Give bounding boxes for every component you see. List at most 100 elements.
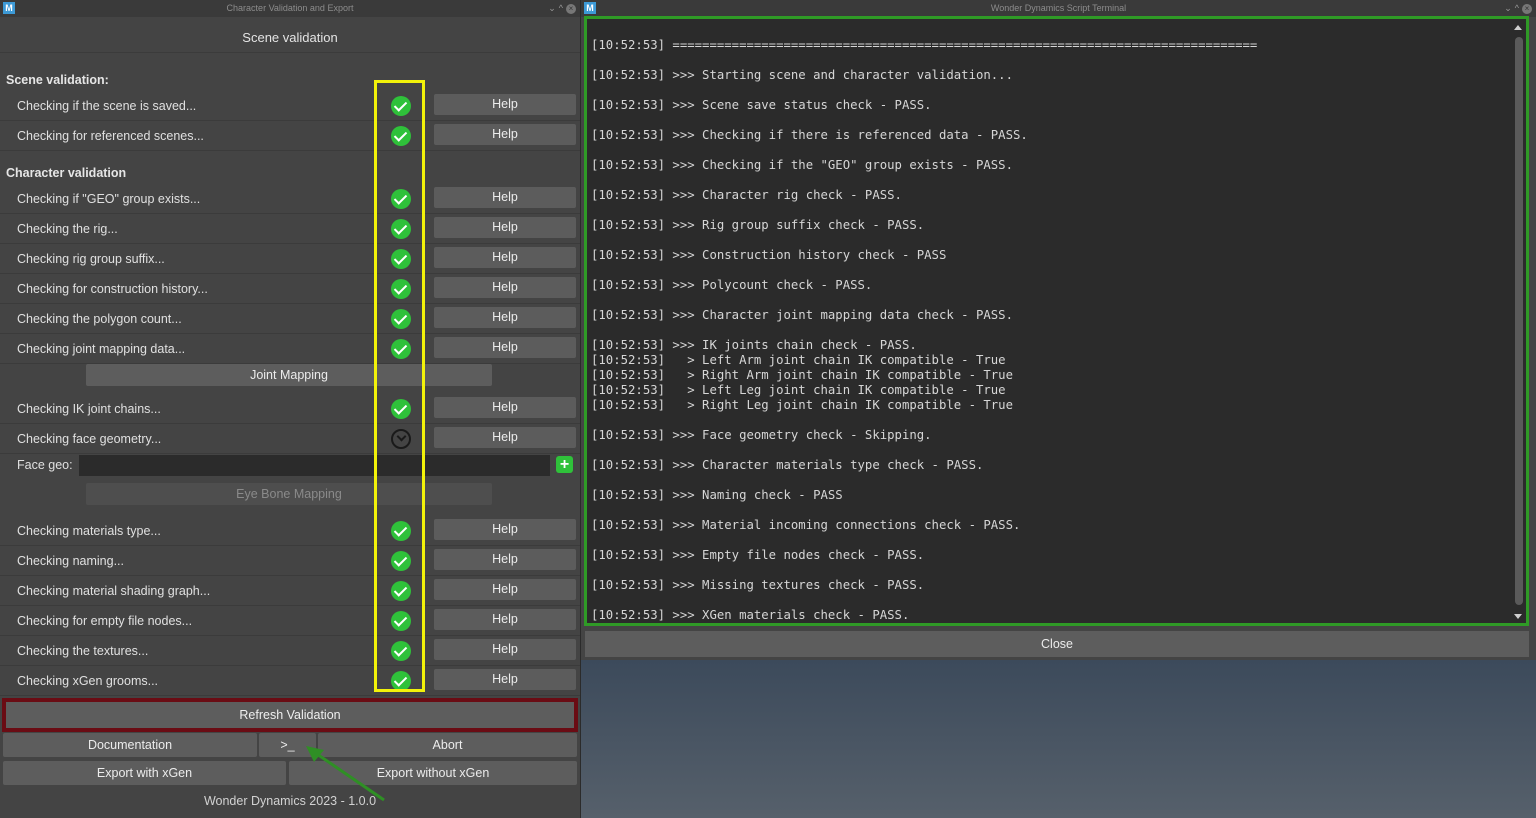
abort-button[interactable]: Abort: [318, 733, 577, 757]
check-label: Checking joint mapping data...: [17, 342, 186, 356]
check-row: Checking for construction history... Help: [0, 274, 580, 304]
help-button[interactable]: Help: [434, 337, 576, 358]
maximize-icon[interactable]: ^: [1515, 3, 1522, 13]
scroll-down-icon[interactable]: [1514, 614, 1522, 619]
terminal-line: [10:52:53] >>> Starting scene and charac…: [591, 68, 1013, 82]
app-icon: M: [584, 2, 596, 14]
pass-check-icon: [391, 551, 411, 571]
face-geo-label: Face geo:: [17, 458, 73, 472]
terminal-line: [10:52:53] >>> Face geometry check - Ski…: [591, 428, 932, 442]
terminal-line: [10:52:53] > Right Arm joint chain IK co…: [591, 368, 1013, 382]
character-section-title: Character validation: [6, 166, 127, 180]
check-label: Checking xGen grooms...: [17, 674, 159, 688]
check-label: Checking if "GEO" group exists...: [17, 192, 201, 206]
terminal-line: [10:52:53] >>> IK joints chain check - P…: [591, 338, 917, 352]
scroll-up-icon[interactable]: [1514, 25, 1522, 30]
help-button[interactable]: Help: [434, 307, 576, 328]
add-face-geo-button[interactable]: +: [556, 456, 573, 473]
terminal-line: [10:52:53] >>> Checking if the "GEO" gro…: [591, 158, 1013, 172]
joint-mapping-button[interactable]: Joint Mapping: [86, 364, 492, 386]
check-label: Checking the textures...: [17, 644, 149, 658]
terminal-line: [10:52:53] >>> Checking if there is refe…: [591, 128, 1028, 142]
validation-window-titlebar[interactable]: M Character Validation and Export ⌄^ ×: [0, 0, 580, 17]
terminal-window-titlebar[interactable]: M Wonder Dynamics Script Terminal ⌄^ ×: [581, 0, 1536, 17]
export-with-xgen-button[interactable]: Export with xGen: [3, 761, 286, 785]
minimize-icon[interactable]: ⌄: [1504, 3, 1515, 13]
terminal-line: [10:52:53] >>> Material incoming connect…: [591, 518, 1021, 532]
help-button[interactable]: Help: [434, 639, 576, 660]
help-button[interactable]: Help: [434, 187, 576, 208]
help-button[interactable]: Help: [434, 609, 576, 630]
help-button[interactable]: Help: [434, 669, 576, 690]
terminal-line: [10:52:53] >>> Polycount check - PASS.: [591, 278, 873, 292]
help-button[interactable]: Help: [434, 427, 576, 448]
check-row: Checking for referenced scenes... Help: [0, 121, 580, 151]
check-row: Checking the rig... Help: [0, 214, 580, 244]
terminal-line: [10:52:53] >>> Rig group suffix check - …: [591, 218, 925, 232]
minimize-icon[interactable]: ⌄: [548, 3, 559, 13]
skip-chevron-icon: [391, 429, 411, 449]
terminal-window-title: Wonder Dynamics Script Terminal: [990, 3, 1127, 13]
pass-check-icon: [391, 189, 411, 209]
terminal-line: [10:52:53] >>> Empty file nodes check - …: [591, 548, 925, 562]
check-label: Checking rig group suffix...: [17, 252, 165, 266]
help-button[interactable]: Help: [434, 94, 576, 115]
help-button[interactable]: Help: [434, 217, 576, 238]
check-row: Checking joint mapping data... Help: [0, 334, 580, 364]
pass-check-icon: [391, 339, 411, 359]
help-button[interactable]: Help: [434, 277, 576, 298]
check-label: Checking for construction history...: [17, 282, 208, 296]
version-footer: Wonder Dynamics 2023 - 1.0.0: [203, 794, 377, 808]
help-button[interactable]: Help: [434, 519, 576, 540]
pass-check-icon: [391, 279, 411, 299]
help-button[interactable]: Help: [434, 247, 576, 268]
pass-check-icon: [391, 249, 411, 269]
terminal-line: [10:52:53] =============================…: [591, 38, 1258, 52]
maximize-icon[interactable]: ^: [559, 3, 566, 13]
terminal-output[interactable]: [10:52:53] =============================…: [584, 16, 1529, 626]
export-without-xgen-button[interactable]: Export without xGen: [289, 761, 577, 785]
check-label: Checking the rig...: [17, 222, 118, 236]
scene-validation-header[interactable]: Scene validation: [0, 20, 580, 53]
check-label: Checking IK joint chains...: [17, 402, 161, 416]
face-geo-field[interactable]: [79, 455, 550, 476]
help-button[interactable]: Help: [434, 397, 576, 418]
refresh-validation-button[interactable]: Refresh Validation: [2, 698, 578, 732]
terminal-scrollbar[interactable]: [1515, 37, 1523, 605]
pass-check-icon: [391, 611, 411, 631]
plus-icon: +: [559, 456, 570, 473]
terminal-log: [10:52:53] =============================…: [591, 38, 1257, 623]
help-button[interactable]: Help: [434, 549, 576, 570]
check-row: Checking naming... Help: [0, 546, 580, 576]
close-icon[interactable]: ×: [566, 3, 576, 14]
terminal-close-button[interactable]: Close: [585, 631, 1529, 657]
terminal-line: [10:52:53] > Right Leg joint chain IK co…: [591, 398, 1013, 412]
pass-check-icon: [391, 581, 411, 601]
check-row: Checking rig group suffix... Help: [0, 244, 580, 274]
close-icon[interactable]: ×: [1522, 3, 1532, 14]
pass-check-icon: [391, 641, 411, 661]
app-icon: M: [3, 2, 15, 14]
check-label: Checking for empty file nodes...: [17, 614, 193, 628]
pass-check-icon: [391, 126, 411, 146]
terminal-button[interactable]: >_: [259, 733, 316, 757]
help-button[interactable]: Help: [434, 579, 576, 600]
check-label: Checking face geometry...: [17, 432, 162, 446]
terminal-line: [10:52:53] >>> Character rig check - PAS…: [591, 188, 902, 202]
help-button[interactable]: Help: [434, 124, 576, 145]
terminal-line: [10:52:53] >>> Naming check - PASS: [591, 488, 843, 502]
documentation-button[interactable]: Documentation: [3, 733, 257, 757]
eye-bone-mapping-button[interactable]: Eye Bone Mapping: [86, 483, 492, 505]
